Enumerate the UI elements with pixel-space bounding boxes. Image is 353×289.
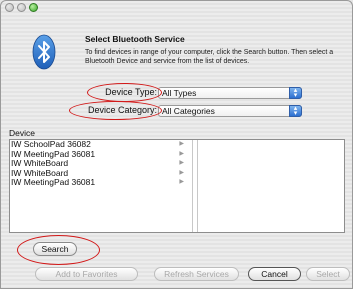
device-name: IW SchoolPad 36082 xyxy=(11,139,91,149)
cancel-button[interactable]: Cancel xyxy=(248,267,301,281)
device-category-value: All Categories xyxy=(162,106,215,116)
chevron-right-icon: ▶ xyxy=(179,150,184,157)
popup-arrows-icon: ▴ ▾ xyxy=(289,87,302,99)
device-name: IW MeetingPad 36081 xyxy=(11,148,96,159)
device-browser[interactable]: IW SchoolPad 36082 ▶ IW MeetingPad 36081… xyxy=(9,139,345,233)
device-type-popup[interactable]: All Types ▴ ▾ xyxy=(158,87,302,99)
device-column: IW SchoolPad 36082 ▶ IW MeetingPad 36081… xyxy=(10,139,193,232)
add-to-favorites-button[interactable]: Add to Favorites xyxy=(35,267,138,281)
refresh-services-button[interactable]: Refresh Services xyxy=(154,267,239,281)
device-list-header: Device xyxy=(9,128,35,138)
close-window-button[interactable] xyxy=(5,3,14,12)
zoom-window-button[interactable] xyxy=(29,3,38,12)
chevron-right-icon: ▶ xyxy=(179,160,184,166)
dialog-description: To find devices in range of your compute… xyxy=(85,49,334,65)
annotation-circle-device-type xyxy=(87,83,162,102)
chevron-right-icon: ▶ xyxy=(179,169,184,176)
chevron-right-icon: ▶ xyxy=(179,179,184,185)
device-category-popup[interactable]: All Categories ▴ ▾ xyxy=(158,105,302,117)
column-divider[interactable] xyxy=(197,140,198,232)
device-name: IW WhiteBoard xyxy=(11,167,69,178)
minimize-window-button[interactable] xyxy=(17,3,26,12)
select-button[interactable]: Select xyxy=(306,267,350,281)
popup-arrows-icon: ▴ ▾ xyxy=(289,105,302,117)
device-type-value: All Types xyxy=(162,88,197,98)
annotation-circle-device-category xyxy=(69,101,162,120)
title-bar xyxy=(1,1,352,15)
bluetooth-dialog-window: Select Bluetooth Service To find devices… xyxy=(0,0,353,289)
chevron-right-icon: ▶ xyxy=(179,141,184,147)
bluetooth-icon xyxy=(32,34,56,70)
device-name: IW MeetingPad 36081 xyxy=(11,177,96,187)
device-name: IW WhiteBoard xyxy=(11,158,69,168)
dialog-heading: Select Bluetooth Service xyxy=(85,34,185,44)
annotation-circle-search xyxy=(17,235,100,265)
list-item[interactable]: IW MeetingPad 36081 ▶ xyxy=(10,177,192,188)
